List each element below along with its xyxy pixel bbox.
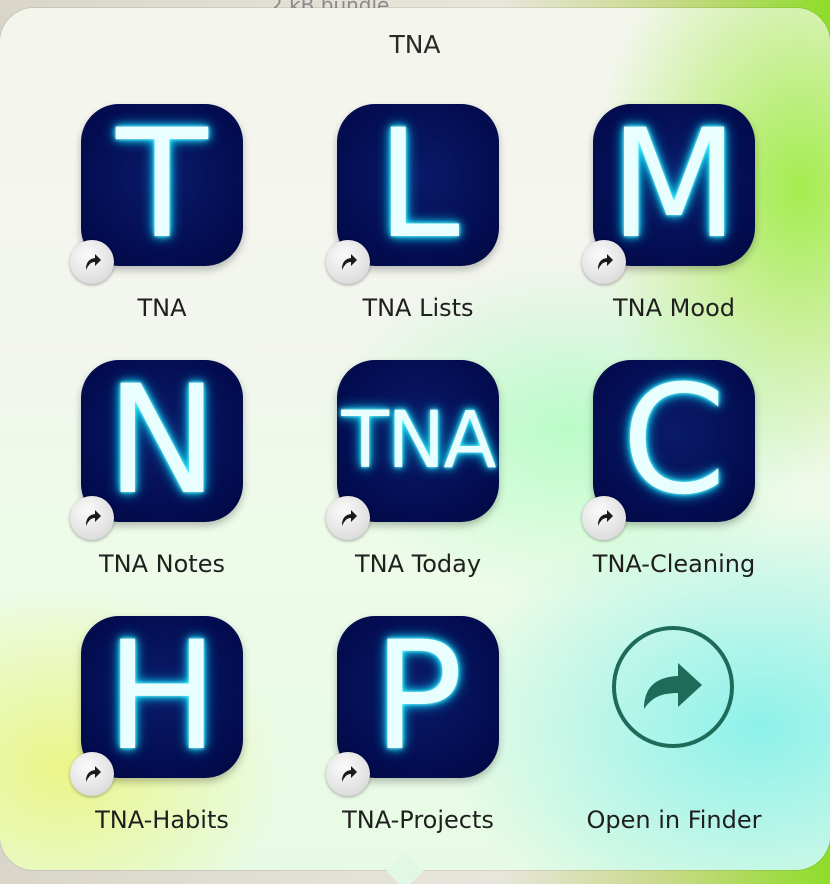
tna-today-app-icon[interactable]: TNA <box>337 360 499 522</box>
open-in-finder-button[interactable]: Open in Finder <box>546 616 802 870</box>
alias-arrow-icon <box>326 496 370 540</box>
app-label: TNA-Habits <box>95 806 229 834</box>
app-icon-glyph: H <box>105 616 219 778</box>
alias-arrow-icon <box>326 752 370 796</box>
alias-arrow-icon <box>582 496 626 540</box>
app-label: TNA <box>137 294 187 322</box>
tna-mood-app-icon[interactable]: M <box>593 104 755 266</box>
tna-notes-app-icon[interactable]: N <box>81 360 243 522</box>
app-item-tna[interactable]: T TNA <box>34 104 290 360</box>
alias-arrow-icon <box>70 752 114 796</box>
alias-arrow-icon <box>70 496 114 540</box>
app-icon-glyph: L <box>376 104 460 266</box>
tna-projects-app-icon[interactable]: P <box>337 616 499 778</box>
app-icon-glyph: C <box>621 360 727 522</box>
share-arrow-icon[interactable] <box>612 626 734 748</box>
app-icon-glyph: TNA <box>341 396 496 486</box>
app-label: TNA Notes <box>99 550 225 578</box>
alias-arrow-icon <box>326 240 370 284</box>
app-label: TNA Mood <box>613 294 735 322</box>
alias-arrow-icon <box>70 240 114 284</box>
app-item-tna-mood[interactable]: M TNA Mood <box>546 104 802 360</box>
alias-arrow-icon <box>582 240 626 284</box>
app-label: TNA-Projects <box>342 806 494 834</box>
tna-habits-app-icon[interactable]: H <box>81 616 243 778</box>
app-item-tna-habits[interactable]: H TNA-Habits <box>34 616 290 870</box>
app-item-tna-today[interactable]: TNA TNA Today <box>290 360 546 616</box>
app-item-tna-lists[interactable]: L TNA Lists <box>290 104 546 360</box>
app-icon-glyph: N <box>105 360 219 522</box>
app-label: TNA Today <box>354 550 482 578</box>
app-item-tna-cleaning[interactable]: C TNA-Cleaning <box>546 360 802 616</box>
app-label: TNA Lists <box>362 294 474 322</box>
app-icon-glyph: M <box>609 104 739 266</box>
app-label: TNA-Cleaning <box>592 550 756 578</box>
tna-lists-app-icon[interactable]: L <box>337 104 499 266</box>
tna-app-icon[interactable]: T <box>81 104 243 266</box>
app-icon-glyph: T <box>116 104 208 266</box>
app-icon-glyph: P <box>372 616 464 778</box>
tna-cleaning-app-icon[interactable]: C <box>593 360 755 522</box>
popover-title: TNA <box>389 30 441 59</box>
app-item-tna-projects[interactable]: P TNA-Projects <box>290 616 546 870</box>
stack-popover: TNA T TNA L TNA Lists M TNA Mood N TNA N… <box>0 8 830 870</box>
app-item-tna-notes[interactable]: N TNA Notes <box>34 360 290 616</box>
app-grid: T TNA L TNA Lists M TNA Mood N TNA Notes… <box>34 104 802 870</box>
open-in-finder-label: Open in Finder <box>586 806 762 834</box>
